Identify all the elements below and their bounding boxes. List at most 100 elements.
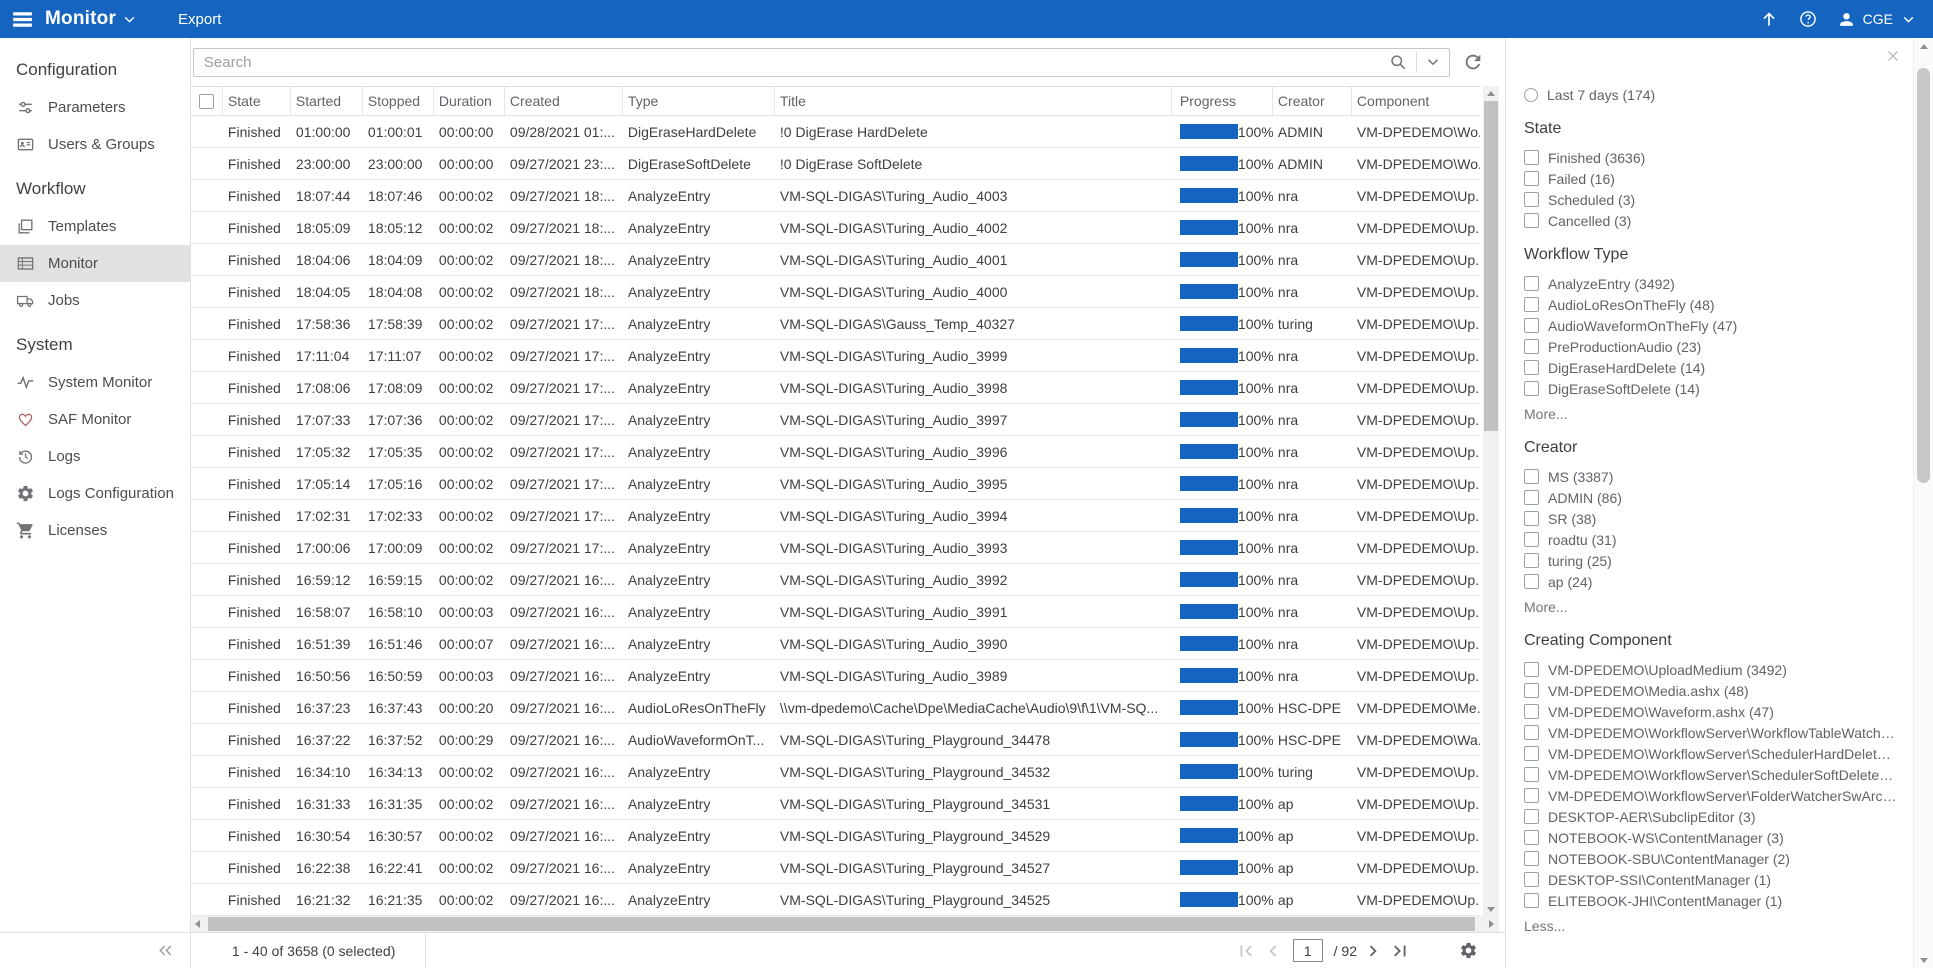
app-title-chevron-down-icon[interactable]	[121, 11, 138, 28]
filter-checkbox-item[interactable]: AudioWaveformOnTheFly (47)	[1524, 315, 1897, 336]
column-header-type[interactable]: Type	[623, 87, 775, 115]
table-row[interactable]: Finished 16:58:07 16:58:10 00:00:03 09/2…	[191, 596, 1480, 628]
filter-checkbox-item[interactable]: VM-DPEDEMO\Waveform.ashx (47)	[1524, 701, 1897, 722]
filter-checkbox-item[interactable]: turing (25)	[1524, 550, 1897, 571]
filter-checkbox-item[interactable]: NOTEBOOK-SBU\ContentManager (2)	[1524, 848, 1897, 869]
search-input[interactable]	[194, 54, 1380, 71]
checkbox[interactable]	[1524, 532, 1539, 547]
sidebar-item-saf-monitor[interactable]: SAF Monitor	[0, 401, 190, 438]
filter-checkbox-item[interactable]: Cancelled (3)	[1524, 210, 1897, 231]
table-row[interactable]: Finished 16:31:33 16:31:35 00:00:02 09/2…	[191, 788, 1480, 820]
table-row[interactable]: Finished 17:08:06 17:08:09 00:00:02 09/2…	[191, 372, 1480, 404]
filter-checkbox-item[interactable]: PreProductionAudio (23)	[1524, 336, 1897, 357]
filter-checkbox-item[interactable]: Finished (3636)	[1524, 147, 1897, 168]
checkbox[interactable]	[1524, 192, 1539, 207]
row-select-cell[interactable]	[191, 468, 223, 499]
row-select-cell[interactable]	[191, 596, 223, 627]
filter-checkbox-item[interactable]: VM-DPEDEMO\WorkflowServer\WorkflowTableW…	[1524, 722, 1897, 743]
radio-button[interactable]	[1524, 88, 1538, 102]
table-row[interactable]: Finished 16:21:32 16:21:35 00:00:02 09/2…	[191, 884, 1480, 916]
checkbox[interactable]	[1524, 381, 1539, 396]
table-row[interactable]: Finished 16:22:38 16:22:41 00:00:02 09/2…	[191, 852, 1480, 884]
help-icon[interactable]	[1798, 9, 1818, 29]
horizontal-scroll-thumb[interactable]	[208, 917, 1475, 931]
filter-checkbox-item[interactable]: NOTEBOOK-WS\ContentManager (3)	[1524, 827, 1897, 848]
user-menu[interactable]: CGE	[1837, 10, 1917, 29]
checkbox[interactable]	[1524, 788, 1539, 803]
upload-icon[interactable]	[1759, 9, 1779, 29]
filter-checkbox-item[interactable]: AudioLoResOnTheFly (48)	[1524, 294, 1897, 315]
checkbox[interactable]	[1524, 339, 1539, 354]
table-row[interactable]: Finished 16:51:39 16:51:46 00:00:07 09/2…	[191, 628, 1480, 660]
checkbox[interactable]	[1524, 276, 1539, 291]
table-row[interactable]: Finished 17:05:14 17:05:16 00:00:02 09/2…	[191, 468, 1480, 500]
table-row[interactable]: Finished 17:05:32 17:05:35 00:00:02 09/2…	[191, 436, 1480, 468]
checkbox[interactable]	[1524, 553, 1539, 568]
checkbox[interactable]	[1524, 511, 1539, 526]
checkbox[interactable]	[1524, 872, 1539, 887]
scroll-thumb[interactable]	[1917, 68, 1930, 483]
table-row[interactable]: Finished 18:04:06 18:04:09 00:00:02 09/2…	[191, 244, 1480, 276]
row-select-cell[interactable]	[191, 884, 223, 915]
column-header-started[interactable]: Started	[291, 87, 363, 115]
table-row[interactable]: Finished 01:00:00 01:00:01 00:00:00 09/2…	[191, 116, 1480, 148]
checkbox[interactable]	[1524, 767, 1539, 782]
close-filter-panel-icon[interactable]	[1884, 47, 1902, 65]
checkbox[interactable]	[1524, 297, 1539, 312]
filter-checkbox-item[interactable]: AnalyzeEntry (3492)	[1524, 273, 1897, 294]
more-link[interactable]: More...	[1524, 597, 1568, 617]
row-select-cell[interactable]	[191, 180, 223, 211]
checkbox[interactable]	[1524, 360, 1539, 375]
sidebar-item-parameters[interactable]: Parameters	[0, 89, 190, 126]
column-header-duration[interactable]: Duration	[434, 87, 505, 115]
row-select-cell[interactable]	[191, 788, 223, 819]
filter-checkbox-item[interactable]: VM-DPEDEMO\WorkflowServer\SchedulerHardD…	[1524, 743, 1897, 764]
checkbox[interactable]	[1524, 574, 1539, 589]
table-settings-gear-icon[interactable]	[1459, 941, 1478, 960]
table-row[interactable]: Finished 17:00:06 17:00:09 00:00:02 09/2…	[191, 532, 1480, 564]
filter-checkbox-item[interactable]: MS (3387)	[1524, 466, 1897, 487]
row-select-cell[interactable]	[191, 724, 223, 755]
filter-checkbox-item[interactable]: SR (38)	[1524, 508, 1897, 529]
search-icon[interactable]	[1388, 52, 1408, 72]
sidebar-item-users-groups[interactable]: Users & Groups	[0, 126, 190, 163]
checkbox[interactable]	[1524, 830, 1539, 845]
table-row[interactable]: Finished 17:58:36 17:58:39 00:00:02 09/2…	[191, 308, 1480, 340]
select-all-checkbox[interactable]	[199, 94, 214, 109]
vertical-scroll-thumb[interactable]	[1484, 101, 1498, 431]
checkbox[interactable]	[1524, 469, 1539, 484]
row-select-cell[interactable]	[191, 372, 223, 403]
table-row[interactable]: Finished 17:02:31 17:02:33 00:00:02 09/2…	[191, 500, 1480, 532]
collapse-sidebar-icon[interactable]	[155, 940, 176, 961]
table-row[interactable]: Finished 16:37:22 16:37:52 00:00:29 09/2…	[191, 724, 1480, 756]
filter-checkbox-item[interactable]: DigEraseSoftDelete (14)	[1524, 378, 1897, 399]
scroll-down-arrow[interactable]	[1914, 954, 1933, 966]
checkbox[interactable]	[1524, 809, 1539, 824]
row-select-cell[interactable]	[191, 692, 223, 723]
row-select-cell[interactable]	[191, 820, 223, 851]
checkbox[interactable]	[1524, 704, 1539, 719]
filter-checkbox-item[interactable]: Failed (16)	[1524, 168, 1897, 189]
row-select-cell[interactable]	[191, 436, 223, 467]
checkbox[interactable]	[1524, 746, 1539, 761]
sidebar-item-licenses[interactable]: Licenses	[0, 512, 190, 549]
table-row[interactable]: Finished 18:04:05 18:04:08 00:00:02 09/2…	[191, 276, 1480, 308]
checkbox[interactable]	[1524, 725, 1539, 740]
checkbox[interactable]	[1524, 318, 1539, 333]
table-row[interactable]: Finished 23:00:00 23:00:00 00:00:00 09/2…	[191, 148, 1480, 180]
app-title[interactable]: Monitor	[45, 8, 116, 30]
filter-checkbox-item[interactable]: DESKTOP-SSI\ContentManager (1)	[1524, 869, 1897, 890]
scroll-left-arrow[interactable]	[191, 916, 205, 932]
first-page-icon[interactable]	[1235, 940, 1257, 962]
row-select-cell[interactable]	[191, 308, 223, 339]
column-header-created[interactable]: Created	[505, 87, 623, 115]
checkbox[interactable]	[1524, 851, 1539, 866]
row-select-cell[interactable]	[191, 500, 223, 531]
next-page-icon[interactable]	[1362, 940, 1384, 962]
previous-page-icon[interactable]	[1262, 940, 1284, 962]
row-select-cell[interactable]	[191, 628, 223, 659]
sidebar-item-templates[interactable]: Templates	[0, 208, 190, 245]
row-select-cell[interactable]	[191, 116, 223, 147]
less-link[interactable]: Less...	[1524, 916, 1565, 936]
sidebar-item-monitor[interactable]: Monitor	[0, 245, 190, 282]
